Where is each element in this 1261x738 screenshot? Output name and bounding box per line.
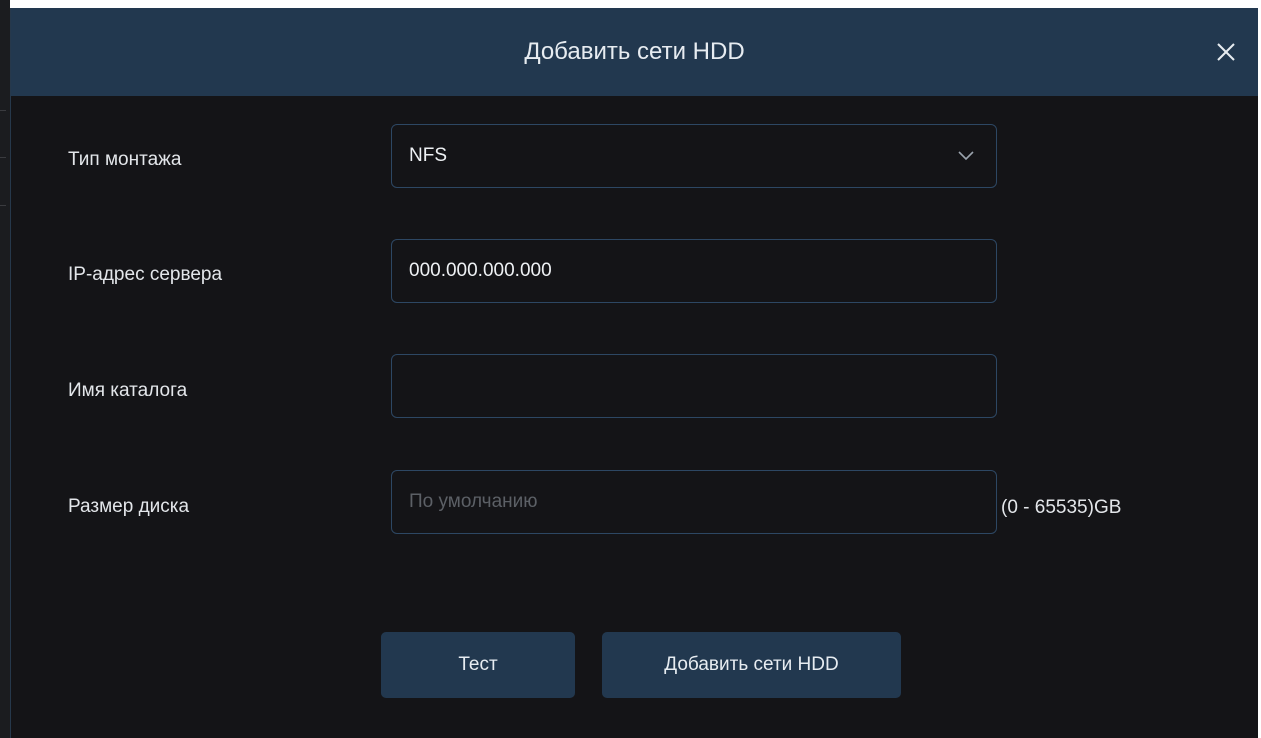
directory-name-field: [391, 354, 997, 418]
dialog-header: Добавить сети HDD: [11, 8, 1258, 96]
directory-name-input[interactable]: [392, 355, 996, 417]
disk-size-label: Размер диска: [68, 496, 190, 517]
chevron-down-icon: [958, 151, 974, 161]
close-icon: [1212, 38, 1240, 66]
add-network-hdd-button[interactable]: Добавить сети HDD: [602, 632, 901, 698]
disk-size-input[interactable]: [392, 471, 996, 533]
mount-type-select[interactable]: NFS: [391, 124, 997, 188]
directory-name-label: Имя каталога: [68, 380, 188, 401]
server-ip-input[interactable]: [392, 240, 996, 302]
close-button[interactable]: [1212, 38, 1240, 66]
server-ip-field: [391, 239, 997, 303]
background-window-edge: [0, 0, 10, 738]
dialog-title: Добавить сети HDD: [524, 38, 745, 65]
add-network-hdd-dialog: Добавить сети HDD Тип монтажа NFS IP-адр…: [10, 8, 1258, 738]
test-button[interactable]: Тест: [381, 632, 575, 698]
disk-size-range-hint: (0 - 65535)GB: [1001, 497, 1122, 518]
disk-size-field: [391, 470, 997, 534]
mount-type-label: Тип монтажа: [68, 149, 182, 170]
mount-type-value: NFS: [409, 145, 447, 166]
server-ip-label: IP-адрес сервера: [68, 264, 223, 285]
